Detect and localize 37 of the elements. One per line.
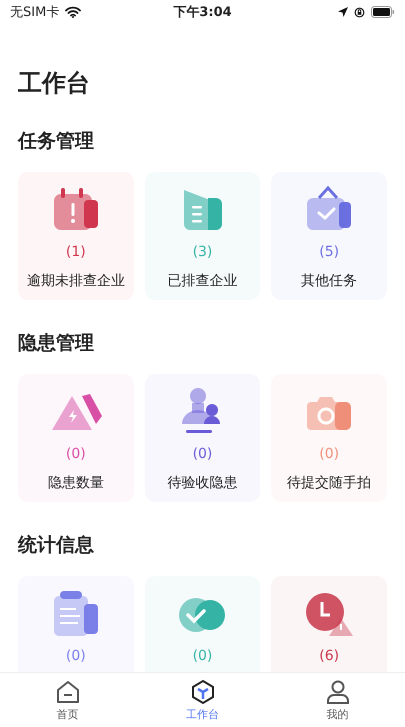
card-label: 逾期未排查企业 bbox=[26, 272, 125, 291]
count-text: (0) bbox=[66, 445, 86, 464]
count-text: (5) bbox=[319, 243, 340, 262]
count-text: (0) bbox=[319, 445, 340, 464]
card-label: 待验收隐患 bbox=[167, 474, 238, 493]
task-card[interactable]: (5) 其他任务 bbox=[271, 172, 387, 300]
section-title: 隐患管理 bbox=[18, 331, 95, 356]
person-icon bbox=[324, 678, 350, 704]
task-card[interactable]: (3) 已排查企业 bbox=[144, 172, 260, 300]
card-label: 待提交随手拍 bbox=[287, 474, 372, 493]
count-text: (6) bbox=[319, 647, 340, 666]
section-title: 统计信息 bbox=[18, 533, 95, 558]
carrier-text: 无SIM卡 bbox=[10, 4, 60, 21]
task-card[interactable]: (0) 待提交随手拍 bbox=[271, 374, 387, 502]
battery-icon bbox=[371, 6, 395, 18]
count-text: (3) bbox=[192, 243, 212, 262]
tab-item[interactable]: 工作台 bbox=[135, 673, 270, 727]
task-card[interactable]: (1) 逾期未排查企业 bbox=[18, 172, 134, 300]
count-text: (0) bbox=[192, 445, 212, 464]
count-text: (0) bbox=[66, 647, 86, 666]
count-text: (0) bbox=[192, 647, 212, 666]
wifi-icon bbox=[65, 6, 82, 18]
card-label: 隐患数量 bbox=[48, 474, 104, 493]
cube-icon bbox=[190, 678, 216, 704]
home-icon bbox=[54, 678, 80, 704]
count-text: (1) bbox=[66, 243, 86, 262]
status-time: 下午3:04 bbox=[173, 4, 232, 21]
tab-item[interactable]: 我的 bbox=[270, 673, 405, 727]
tab-item[interactable]: 首页 bbox=[0, 673, 135, 727]
card-label: 其他任务 bbox=[301, 272, 358, 291]
location-arrow-icon bbox=[338, 7, 348, 17]
section-title: 任务管理 bbox=[18, 129, 95, 154]
page-title: 工作台 bbox=[18, 68, 91, 98]
task-card[interactable]: (0) 待验收隐患 bbox=[144, 374, 260, 502]
rotation-lock-icon bbox=[354, 6, 365, 18]
task-card[interactable]: (0) 隐患数量 bbox=[18, 374, 134, 502]
card-label: 已排查企业 bbox=[167, 272, 238, 291]
